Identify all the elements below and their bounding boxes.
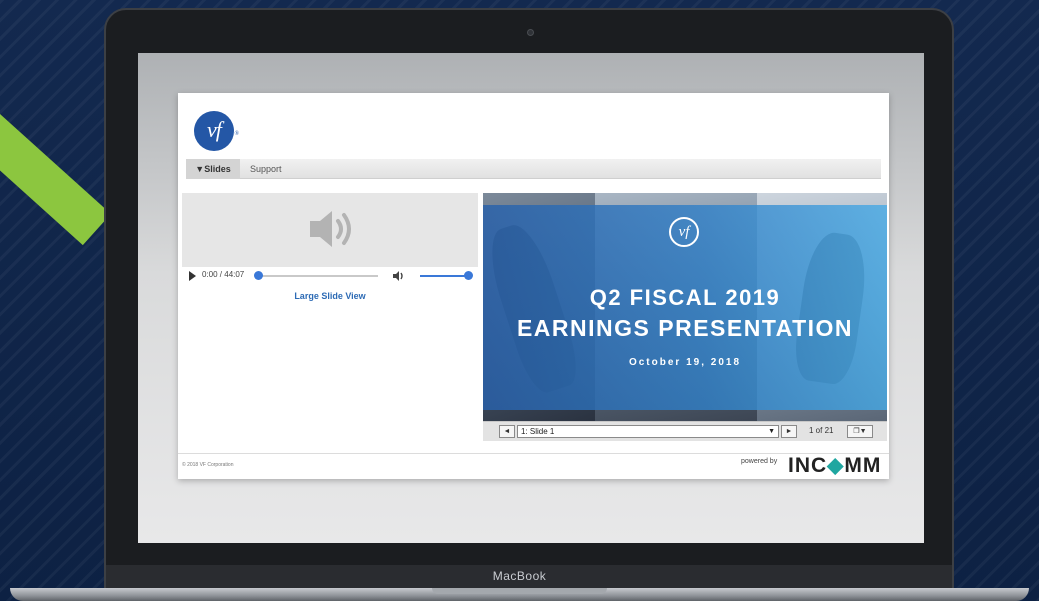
slide-title-line1: Q2 FISCAL 2019 <box>589 285 781 310</box>
large-slide-view-link[interactable]: Large Slide View <box>182 291 478 301</box>
webcast-page: vf ® ▼Slides Support 0:00 / 44:07 Large … <box>178 93 889 479</box>
slide-date: October 19, 2018 <box>628 357 742 368</box>
playback-time: 0:00 / 44:07 <box>202 270 245 279</box>
audio-panel <box>182 193 478 267</box>
camera-icon <box>527 29 534 36</box>
progress-slider-handle[interactable] <box>254 271 263 280</box>
vf-logo: vf ® <box>194 111 239 151</box>
previous-slide-button[interactable]: ◄ <box>499 425 515 438</box>
incomm-logo: INC◆MM <box>788 453 881 478</box>
slide-viewer: vf Q2 FISCAL 2019 EARNINGS PRESENTATION … <box>483 193 887 421</box>
tab-bar: ▼Slides Support <box>186 159 881 179</box>
slide-select[interactable]: 1: Slide 1 ▼ <box>517 425 779 438</box>
slide-count: 1 of 21 <box>809 426 834 435</box>
progress-track[interactable] <box>260 275 378 277</box>
play-icon[interactable] <box>189 271 196 281</box>
slide-menu-button[interactable]: ❐▼ <box>847 425 873 438</box>
slide-vf-logo: vf <box>669 217 699 247</box>
tab-slides[interactable]: ▼Slides <box>186 159 240 179</box>
copyright-text: © 2018 VF Corporation <box>182 462 234 468</box>
next-slide-button[interactable]: ► <box>781 425 797 438</box>
speaker-large-icon <box>310 211 351 247</box>
audio-player: 0:00 / 44:07 <box>182 267 478 285</box>
incomm-diamond-icon: ◆ <box>827 454 845 477</box>
laptop-base-notch <box>432 588 607 594</box>
incomm-logo-in: IN <box>788 454 811 477</box>
laptop-screen: vf ® ▼Slides Support 0:00 / 44:07 Large … <box>138 53 924 543</box>
chevron-down-icon: ▼ <box>768 428 775 435</box>
slide-navigation: ◄ 1: Slide 1 ▼ ► 1 of 21 ❐▼ <box>483 421 887 441</box>
slide-title-line2: EARNINGS PRESENTATION <box>516 315 854 341</box>
powered-by-label: powered by <box>741 458 778 465</box>
volume-icon[interactable] <box>392 270 406 282</box>
slide-select-value: 1: Slide 1 <box>521 427 555 436</box>
incomm-logo-mm: MM <box>844 454 882 477</box>
volume-slider-handle[interactable] <box>464 271 473 280</box>
incomm-logo-c: C <box>811 454 828 477</box>
volume-track[interactable] <box>420 275 468 277</box>
footer-divider <box>178 453 889 454</box>
registered-mark: ® <box>234 131 238 137</box>
macbook-label: MacBook <box>492 569 547 583</box>
tab-support[interactable]: Support <box>250 159 282 179</box>
vf-logo-text: vf <box>207 117 222 142</box>
